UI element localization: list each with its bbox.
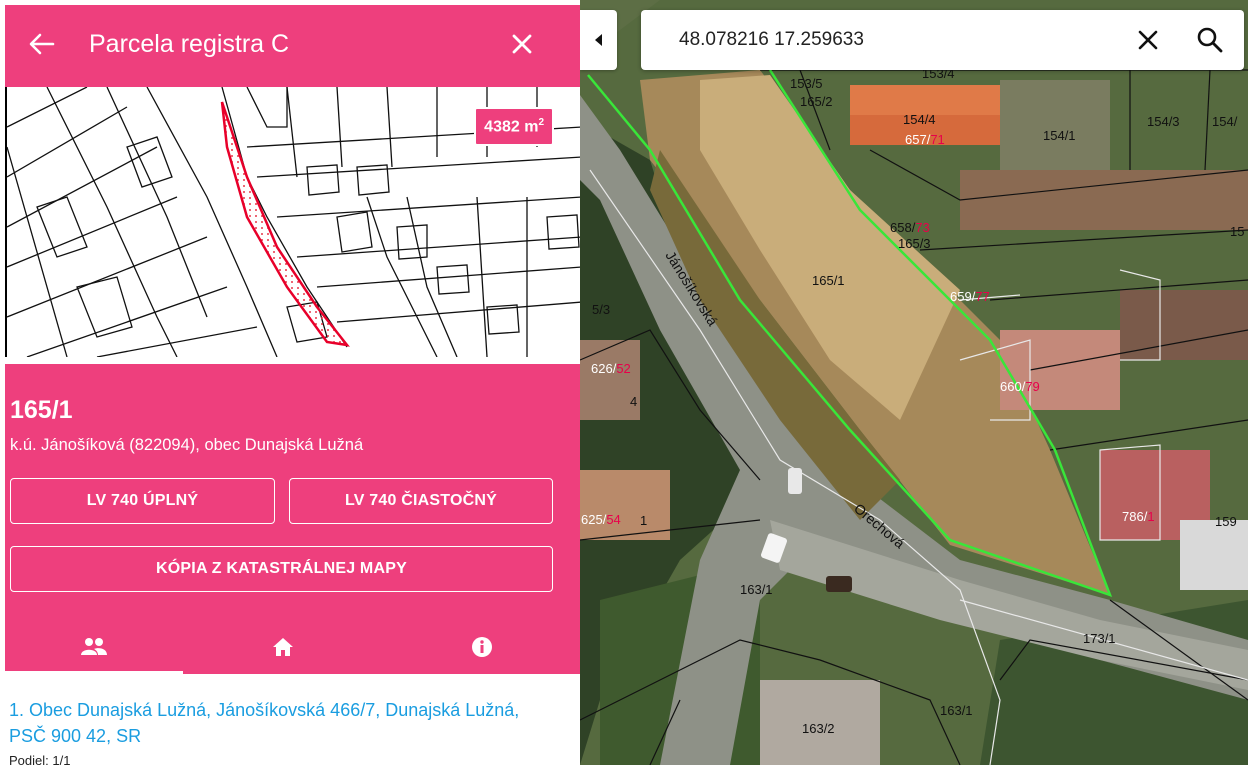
clear-icon[interactable] [1134,26,1162,54]
building-label: 786/1 [1122,509,1155,524]
panel-title: Parcela registra C [89,30,290,58]
parcel-location: k.ú. Jánošíková (822094), obec Dunajská … [10,436,364,454]
home-icon [273,637,293,656]
parcel-label: 154/3 [1147,114,1180,129]
parcel-label: 154/ [1212,114,1238,129]
search-bar [641,10,1244,70]
building-label: 657/71 [905,132,945,147]
parcel-label: 15 [1230,224,1244,239]
cadastral-map-thumbnail[interactable]: 4382 m2 [5,87,580,357]
owners-list: 1. Obec Dunajská Lužná, Jánošíkovská 466… [5,674,580,765]
parcel-label: 165/1 [812,273,845,288]
building-label: 625/54 [581,512,621,527]
panel-header: Parcela registra C [5,5,580,87]
collapse-panel-button[interactable] [580,10,617,70]
info-icon [471,636,492,657]
parcel-label: 5/3 [592,302,610,317]
parcel-label: 163/2 [802,721,835,736]
triangle-left-icon [595,34,602,46]
parcel-label: 154/4 [903,112,936,127]
building-label: 659/77 [950,289,990,304]
tab-info[interactable] [383,619,580,674]
back-arrow-icon[interactable] [27,29,57,59]
parcel-label: 163/1 [740,582,773,597]
owner-share: Podiel: 1/1 [9,753,71,765]
parcel-label: 163/1 [940,703,973,718]
panel-tabs [5,619,580,674]
area-badge: 4382 m2 [474,107,554,147]
parcel-info: 165/1 k.ú. Jánošíková (822094), obec Dun… [5,364,580,674]
search-icon[interactable] [1195,25,1225,55]
parcel-panel: Parcela registra C 4382 m2 165/1 k.ú. Já… [0,0,580,765]
building-label: 658/73 [890,220,930,235]
building-label: 660/79 [1000,379,1040,394]
parcel-label: 165/2 [800,94,833,109]
owner-link[interactable]: 1. Obec Dunajská Lužná, Jánošíkovská 466… [9,697,529,749]
people-icon [81,637,107,655]
parcel-label: 1 [640,513,647,528]
map-copy-button[interactable]: KÓPIA Z KATASTRÁLNEJ MAPY [10,546,553,592]
parcel-number: 165/1 [10,396,73,424]
lv-full-button[interactable]: LV 740 ÚPLNÝ [10,478,275,524]
lv-partial-button[interactable]: LV 740 ČIASTOČNÝ [289,478,553,524]
parcel-label: 165/3 [898,236,931,251]
parcel-label: 4 [630,394,637,409]
tab-owners[interactable] [5,619,183,674]
parcel-label: 153/5 [790,76,823,91]
parcel-label: 159 [1215,514,1237,529]
parcel-label: 154/1 [1043,128,1076,143]
close-icon[interactable] [506,28,538,60]
building-label: 626/52 [591,361,631,376]
parcel-label: 173/1 [1083,631,1116,646]
search-input[interactable] [679,29,1119,51]
tab-building[interactable] [183,619,383,674]
